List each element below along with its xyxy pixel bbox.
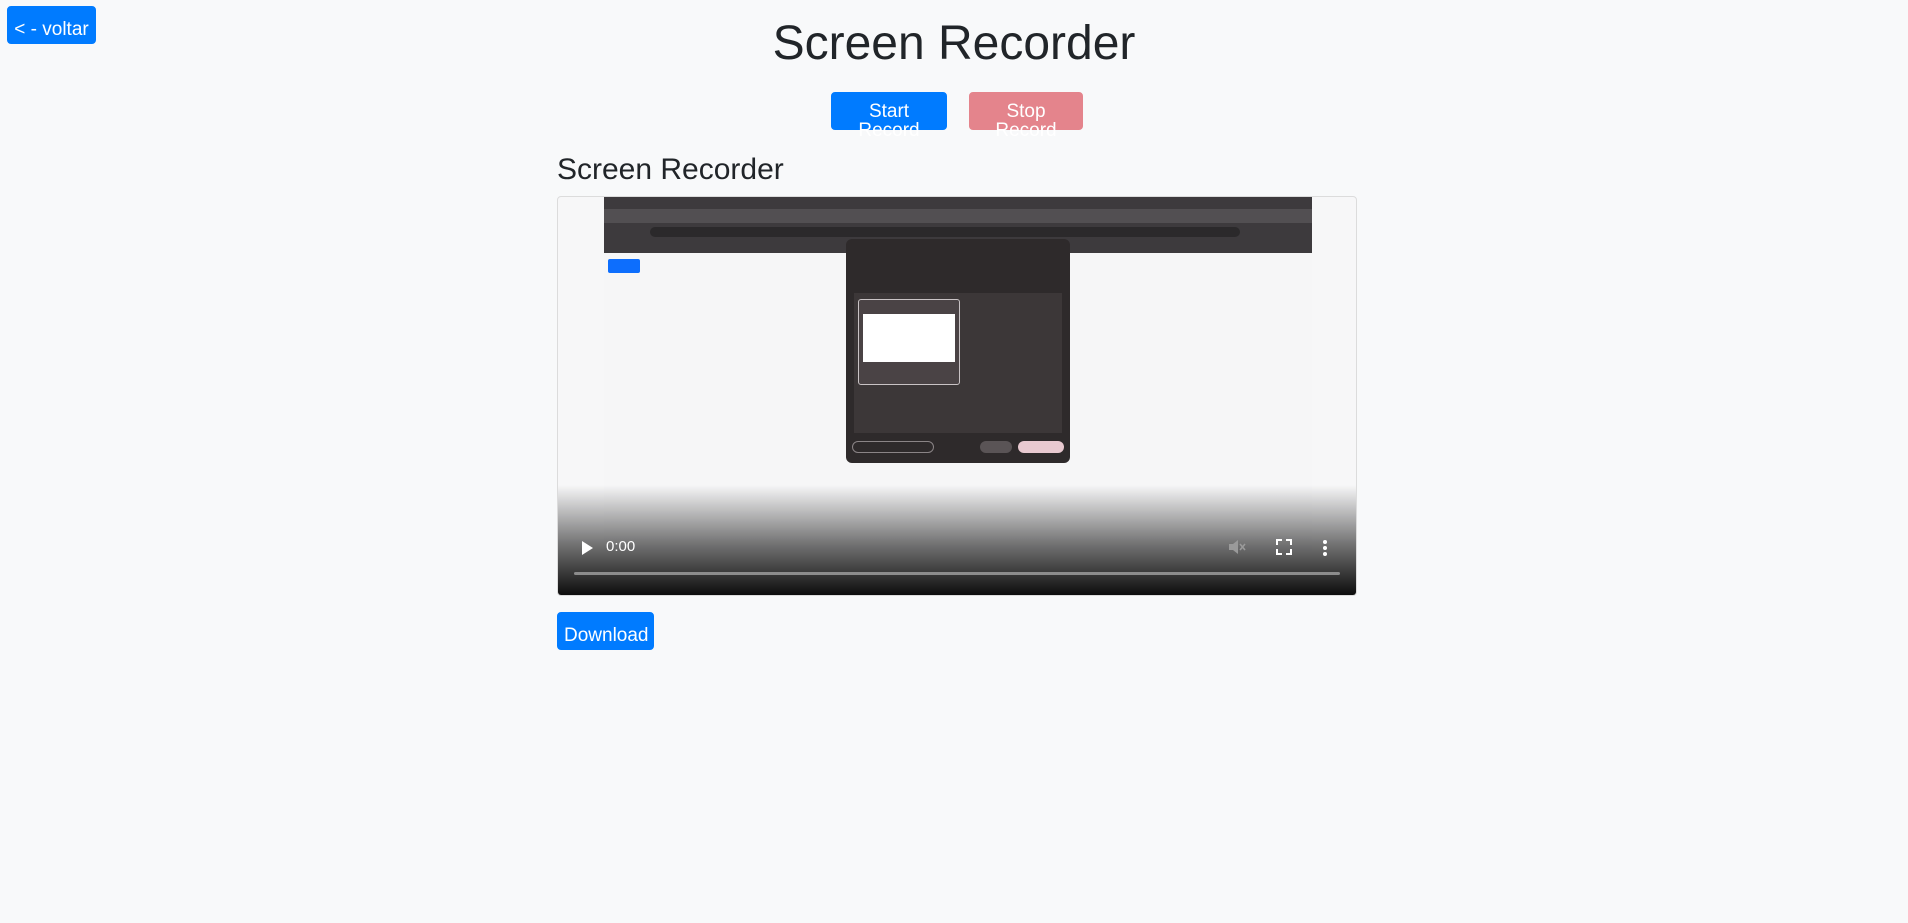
stop-record-button[interactable]: Stop Record: [969, 92, 1083, 140]
fullscreen-icon[interactable]: [1276, 539, 1292, 555]
page-title: Screen Recorder: [772, 17, 1136, 70]
start-record-button[interactable]: Start Record: [831, 92, 947, 140]
more-options-icon[interactable]: [1322, 539, 1328, 557]
recorder-section-title: Screen Recorder: [557, 153, 784, 186]
preview-share-dialog: [846, 239, 1070, 463]
preview-pill-left: [852, 441, 934, 453]
preview-thumbnail-image: [863, 314, 955, 362]
video-player[interactable]: 0:00: [557, 196, 1357, 596]
preview-share-pill: [1018, 441, 1064, 453]
preview-screen-thumbnail: [858, 299, 960, 385]
progress-bar[interactable]: [574, 572, 1340, 575]
time-display: 0:00: [606, 538, 636, 555]
volume-muted-icon[interactable]: [1228, 539, 1246, 555]
preview-browser-tabs: [604, 209, 1312, 223]
preview-address-bar: [650, 227, 1240, 237]
preview-back-button: [608, 259, 640, 273]
download-button[interactable]: Download: [557, 612, 654, 650]
preview-cancel-pill: [980, 441, 1012, 453]
play-icon[interactable]: [582, 541, 593, 555]
